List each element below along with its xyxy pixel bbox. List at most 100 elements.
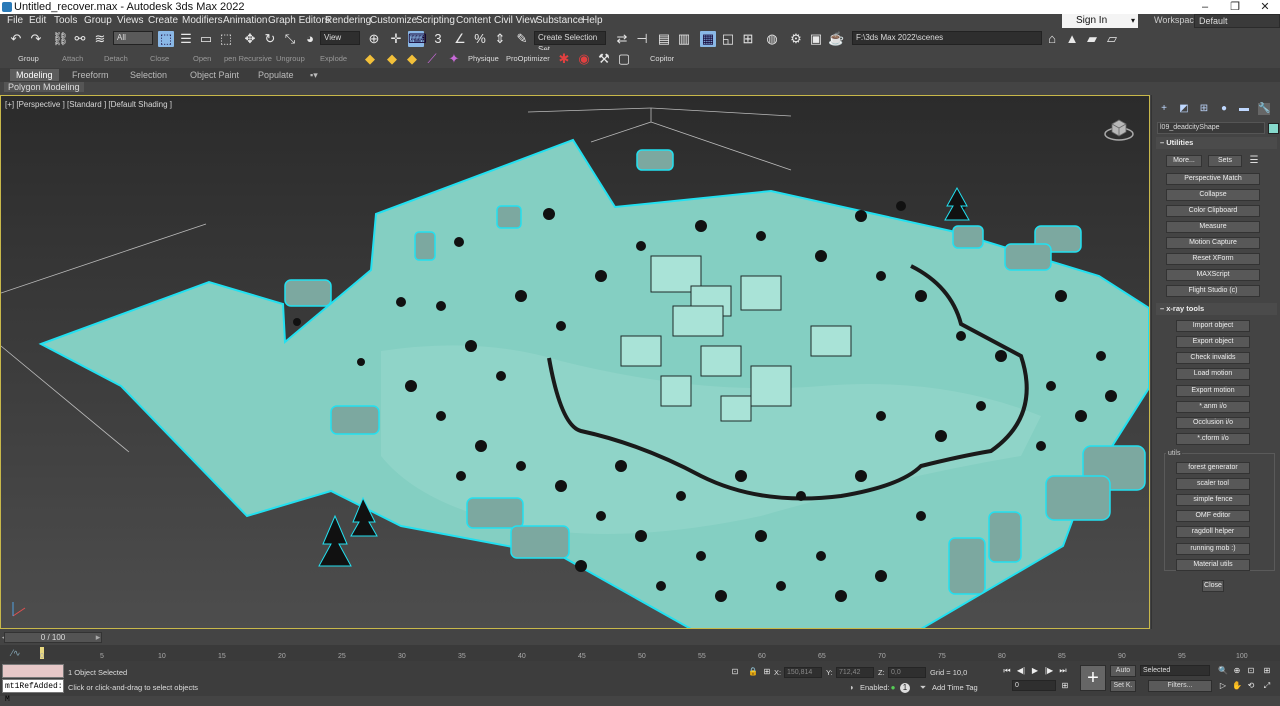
- menu-create[interactable]: Create: [148, 15, 178, 26]
- scaler-tool-button[interactable]: scaler tool: [1176, 478, 1250, 490]
- toggle-ribbon-icon[interactable]: ▦: [700, 31, 716, 47]
- load-motion-button[interactable]: Load motion: [1176, 368, 1250, 380]
- menu-modifiers[interactable]: Modifiers: [182, 15, 223, 26]
- pan-icon[interactable]: ✋: [1232, 681, 1242, 691]
- orbit-icon[interactable]: ⟲: [1246, 681, 1256, 691]
- xray-tools-rollout-header[interactable]: – x-ray tools: [1156, 303, 1277, 315]
- enabled-toggle-icon[interactable]: 1: [900, 683, 910, 693]
- next-frame-icon[interactable]: |▶: [1044, 666, 1054, 676]
- physique-button[interactable]: Physique: [468, 54, 499, 63]
- mirror-icon[interactable]: ⇄: [614, 31, 630, 47]
- align-icon[interactable]: ⊣: [634, 31, 650, 47]
- isolate-selection-icon[interactable]: ⊡: [730, 667, 740, 677]
- select-by-name-icon[interactable]: ☰: [178, 31, 194, 47]
- menu-help[interactable]: Help: [582, 15, 603, 26]
- spinner-snap-icon[interactable]: ⇕: [492, 31, 508, 47]
- y-coordinate-field[interactable]: 712,42: [836, 667, 874, 678]
- copitor-button[interactable]: Copitor: [650, 54, 674, 63]
- motion-capture-button[interactable]: Motion Capture: [1166, 237, 1260, 249]
- maximize-button[interactable]: ❐: [1220, 0, 1250, 14]
- configure-sets-icon[interactable]: ☰: [1248, 155, 1260, 167]
- box-tool-3-icon[interactable]: ◆: [404, 51, 420, 67]
- folder-icon[interactable]: ▱: [1104, 31, 1120, 47]
- material-editor-icon[interactable]: ◍: [764, 31, 780, 47]
- collapse-button[interactable]: Collapse: [1166, 189, 1260, 201]
- select-manipulate-icon[interactable]: ✛: [388, 31, 404, 47]
- more-button[interactable]: More...: [1166, 155, 1202, 167]
- menu-file[interactable]: File: [7, 15, 23, 26]
- time-tag-icon[interactable]: ⏷: [918, 683, 928, 693]
- zoom-extents-icon[interactable]: ⊡: [1246, 666, 1256, 676]
- export-motion-button[interactable]: Export motion: [1176, 385, 1250, 397]
- menu-substance[interactable]: Substance: [536, 15, 583, 26]
- reset-xform-button[interactable]: Reset XForm: [1166, 253, 1260, 265]
- tab-populate[interactable]: Populate: [252, 69, 300, 81]
- explode-button[interactable]: Explode: [320, 54, 347, 63]
- project-path-select[interactable]: F:\3ds Max 2022\scenes: [852, 31, 1042, 45]
- schematic-view-icon[interactable]: ⊞: [740, 31, 756, 47]
- tab-modeling[interactable]: Modeling: [10, 69, 59, 81]
- tab-freeform[interactable]: Freeform: [66, 69, 115, 81]
- material-utils-button[interactable]: Material utils: [1176, 559, 1250, 571]
- current-frame-field[interactable]: 0: [1012, 680, 1056, 691]
- close-group-button[interactable]: Close: [150, 54, 169, 63]
- box-tool-icon[interactable]: ◆: [362, 51, 378, 67]
- workspaces-select[interactable]: Default: [1194, 14, 1280, 28]
- previous-frame-icon[interactable]: ◀|: [1016, 666, 1026, 676]
- viewcube-icon[interactable]: [1104, 116, 1134, 142]
- curve-editor-mini-icon[interactable]: ⁄∿: [8, 645, 24, 661]
- close-window-button[interactable]: ✕: [1250, 0, 1280, 14]
- running-mob-button[interactable]: running mob :): [1176, 543, 1250, 555]
- play-icon[interactable]: ▶: [1030, 666, 1040, 676]
- maxscript-command-line[interactable]: mt1RefAdded: M: [2, 679, 64, 704]
- named-selection-select[interactable]: Create Selection Set: [534, 31, 606, 54]
- curve-editor-icon[interactable]: ◱: [720, 31, 736, 47]
- menu-tools[interactable]: Tools: [54, 15, 77, 26]
- color-clipboard-button[interactable]: Color Clipboard: [1166, 205, 1260, 217]
- go-to-end-icon[interactable]: ⏭: [1058, 666, 1068, 676]
- select-object-icon[interactable]: ⬚: [158, 31, 174, 47]
- polygon-modeling-label[interactable]: Polygon Modeling: [4, 82, 84, 92]
- utilities-rollout-header[interactable]: – Utilities: [1156, 137, 1277, 149]
- go-to-start-icon[interactable]: ⏮: [1002, 666, 1012, 676]
- rendered-frame-icon[interactable]: ▣: [808, 31, 824, 47]
- zoom-all-icon[interactable]: ⊕: [1232, 666, 1242, 676]
- perspective-match-button[interactable]: Perspective Match: [1166, 173, 1260, 185]
- x-coordinate-field[interactable]: 150,814: [784, 667, 822, 678]
- window-crossing-icon[interactable]: ⬚: [218, 31, 234, 47]
- flight-studio-button[interactable]: Flight Studio (c): [1166, 285, 1260, 297]
- maxscript-listener-mini[interactable]: [2, 664, 64, 678]
- percent-snap-icon[interactable]: %: [472, 31, 488, 47]
- biped-tool-icon[interactable]: ✦: [446, 51, 462, 67]
- key-filters-button[interactable]: Filters...: [1148, 680, 1212, 692]
- rotate-icon[interactable]: ↻: [262, 31, 278, 47]
- occlusion-io-button[interactable]: Occlusion i/o: [1176, 417, 1250, 429]
- modify-tab-icon[interactable]: ◩: [1178, 103, 1190, 115]
- sets-button[interactable]: Sets: [1208, 155, 1242, 167]
- menu-animation[interactable]: Animation: [223, 15, 267, 26]
- unlink-icon[interactable]: ⚯: [72, 31, 88, 47]
- prooptimizer-button[interactable]: ProOptimizer: [506, 54, 550, 63]
- render-bug-icon[interactable]: ✱: [556, 51, 572, 67]
- add-time-tag-label[interactable]: Add Time Tag: [932, 683, 978, 692]
- timeline-right-arrow-icon[interactable]: ▸: [90, 629, 106, 645]
- z-coordinate-field[interactable]: 0,0: [888, 667, 926, 678]
- attach-button[interactable]: Attach: [62, 54, 83, 63]
- bone-tool-icon[interactable]: ⟋: [424, 51, 440, 67]
- detach-button[interactable]: Detach: [104, 54, 128, 63]
- adaptive-degradation-icon[interactable]: ◑: [846, 683, 856, 693]
- perspective-viewport[interactable]: [+] [Perspective ] [Standard ] [Default …: [0, 95, 1150, 629]
- object-name-field[interactable]: l09_deadcityShape: [1157, 122, 1265, 134]
- pivot-center-icon[interactable]: ⊕: [366, 31, 382, 47]
- link-icon[interactable]: ⛓: [52, 31, 69, 47]
- create-tab-icon[interactable]: +: [1158, 103, 1170, 115]
- project-folder-icon[interactable]: ⌂: [1044, 31, 1060, 47]
- key-filter-select[interactable]: Selected: [1140, 665, 1210, 676]
- absolute-mode-icon[interactable]: ⊞: [762, 667, 772, 677]
- folder-open-icon[interactable]: ▰: [1084, 31, 1100, 47]
- object-color-swatch[interactable]: [1268, 123, 1279, 134]
- snap-toggle-icon[interactable]: 3: [430, 31, 446, 47]
- box-tool-2-icon[interactable]: ◆: [384, 51, 400, 67]
- motion-tab-icon[interactable]: ●: [1218, 103, 1230, 115]
- menu-content[interactable]: Content: [456, 15, 491, 26]
